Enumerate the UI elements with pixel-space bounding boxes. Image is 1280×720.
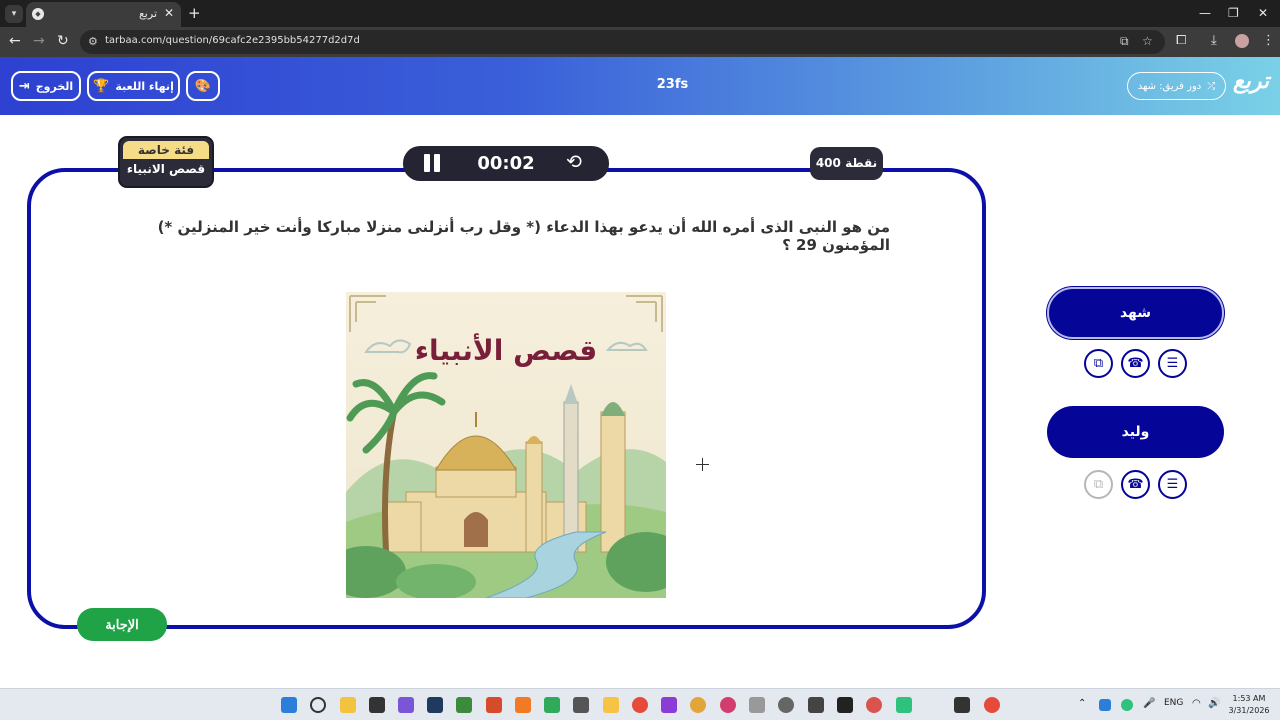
shuffle-icon: ⤮ bbox=[1207, 80, 1216, 92]
new-tab-icon[interactable]: + bbox=[188, 4, 201, 22]
app-icon-11[interactable] bbox=[778, 697, 794, 713]
end-game-label: إنهاء اللعبة bbox=[115, 79, 174, 93]
app-icon-2[interactable] bbox=[486, 697, 502, 713]
app-icon-15[interactable] bbox=[896, 697, 912, 713]
install-app-icon[interactable]: ⧉ bbox=[1120, 34, 1129, 49]
app-icon-7[interactable] bbox=[661, 697, 677, 713]
extensions-icon[interactable]: ⧠ bbox=[1176, 33, 1186, 48]
timer-value: 00:02 bbox=[477, 153, 535, 174]
reload-icon[interactable]: ↻ bbox=[57, 33, 69, 49]
url-text[interactable]: tarbaa.com/question/69cafc2e2395bb54277d… bbox=[105, 35, 360, 46]
taskbar: ⌃ 🎤 ENG ◠ 🔊 1:53 AM 3/31/2026 bbox=[0, 688, 1280, 720]
question-text: من هو النبى الذى أمره الله أن يدعو بهذا … bbox=[157, 218, 890, 254]
app-logo: تربع bbox=[1233, 69, 1270, 94]
reset-timer-icon[interactable]: ⟲ bbox=[566, 151, 582, 173]
language-indicator[interactable]: ENG bbox=[1164, 698, 1183, 708]
profile-avatar[interactable] bbox=[1235, 34, 1249, 48]
bookmark-star-icon[interactable]: ☆ bbox=[1142, 34, 1153, 48]
team-2-list-icon[interactable]: ☰ bbox=[1158, 470, 1187, 499]
minimize-icon[interactable]: — bbox=[1199, 6, 1211, 20]
app-icon-8[interactable] bbox=[690, 697, 706, 713]
tray-app-icon[interactable] bbox=[1099, 699, 1111, 711]
app-icon-5[interactable] bbox=[573, 697, 589, 713]
app-icon-14[interactable] bbox=[866, 697, 882, 713]
tab-title: تربع bbox=[138, 7, 157, 20]
minecraft-icon[interactable] bbox=[456, 697, 472, 713]
timer: 00:02 ⟲ bbox=[403, 146, 609, 181]
game-name: 23fs bbox=[656, 77, 689, 92]
tab-search-icon[interactable]: ▾ bbox=[5, 5, 23, 23]
app-icon-12[interactable] bbox=[808, 697, 824, 713]
steam-icon[interactable] bbox=[427, 697, 443, 713]
theme-button[interactable]: 🎨 bbox=[186, 71, 220, 101]
palette-icon: 🎨 bbox=[194, 78, 212, 94]
end-game-button[interactable]: 🏆 إنهاء اللعبة bbox=[87, 71, 180, 101]
clock-date: 3/31/2026 bbox=[1228, 706, 1270, 715]
exit-icon: ⇥ bbox=[18, 78, 30, 94]
microphone-icon[interactable]: 🎤 bbox=[1143, 698, 1155, 709]
discord-icon[interactable] bbox=[398, 697, 414, 713]
team-1-list-icon[interactable]: ☰ bbox=[1158, 349, 1187, 378]
team-2-button[interactable]: وليد bbox=[1047, 406, 1224, 458]
forward-icon[interactable]: → bbox=[33, 33, 45, 49]
team-1-call-friend-icon[interactable]: ☎ bbox=[1121, 349, 1150, 378]
mouse-cursor bbox=[696, 458, 709, 471]
points-badge: 400 نقطة bbox=[810, 147, 883, 180]
file-explorer-icon[interactable] bbox=[340, 697, 356, 713]
pause-icon[interactable] bbox=[423, 154, 441, 172]
app-icon-4[interactable] bbox=[544, 697, 560, 713]
tray-chevron-icon[interactable]: ⌃ bbox=[1078, 698, 1086, 709]
tab-close-icon[interactable]: ✕ bbox=[164, 6, 174, 20]
wifi-icon[interactable]: ◠ bbox=[1192, 698, 1201, 709]
address-bar[interactable]: ⚙ tarbaa.com/question/69cafc2e2395bb5427… bbox=[80, 30, 1165, 54]
category-name: قصص الانبياء bbox=[126, 162, 206, 176]
team-1-button[interactable]: شهد bbox=[1047, 287, 1224, 339]
restore-icon[interactable]: ❐ bbox=[1228, 6, 1239, 20]
site-favicon-icon: ◆ bbox=[32, 8, 44, 20]
tray-status-icon[interactable] bbox=[1121, 699, 1133, 711]
window-close-icon[interactable]: ✕ bbox=[1258, 6, 1268, 20]
volume-icon[interactable]: 🔊 bbox=[1208, 698, 1220, 709]
exit-label: الخروج bbox=[35, 79, 74, 93]
app-icon-9[interactable] bbox=[720, 697, 736, 713]
chrome-active-icon[interactable] bbox=[984, 697, 1000, 713]
answer-button[interactable]: الإجابة bbox=[77, 608, 167, 641]
downloads-icon[interactable]: ⤓ bbox=[1211, 33, 1217, 48]
start-icon[interactable] bbox=[281, 697, 297, 713]
question-image: قصص الأنبياء bbox=[346, 292, 666, 598]
back-icon[interactable]: ← bbox=[9, 33, 21, 49]
team-1-double-points-icon[interactable]: ⧉ bbox=[1084, 349, 1113, 378]
team-turn-button[interactable]: دور فريق: شهد ⤮ bbox=[1127, 72, 1226, 100]
more-menu-icon[interactable]: ⋮ bbox=[1262, 33, 1275, 48]
exit-button[interactable]: ⇥ الخروج bbox=[11, 71, 81, 101]
browser-toolbar: ← → ↻ ⚙ tarbaa.com/question/69cafc2e2395… bbox=[0, 27, 1280, 57]
app-header: ⇥ الخروج 🏆 إنهاء اللعبة 🎨 23fs دور فريق:… bbox=[0, 57, 1280, 115]
app-icon-3[interactable] bbox=[515, 697, 531, 713]
app-icon-13[interactable] bbox=[837, 697, 853, 713]
team-2-double-points-icon[interactable]: ⧉ bbox=[1084, 470, 1113, 499]
app-icon-16[interactable] bbox=[954, 697, 970, 713]
search-icon[interactable] bbox=[310, 697, 326, 713]
image-title-text: قصص الأنبياء bbox=[415, 333, 598, 367]
chrome-icon[interactable] bbox=[632, 697, 648, 713]
browser-tab-strip: ▾ ◆ تربع ✕ + — ❐ ✕ bbox=[0, 0, 1280, 27]
category-badge: فئة خاصة قصص الانبياء bbox=[118, 136, 214, 188]
category-type: فئة خاصة bbox=[123, 141, 209, 159]
team-2-call-friend-icon[interactable]: ☎ bbox=[1121, 470, 1150, 499]
app-icon-1[interactable] bbox=[369, 697, 385, 713]
site-info-icon[interactable]: ⚙ bbox=[88, 35, 98, 48]
browser-tab[interactable]: ◆ تربع ✕ bbox=[26, 2, 181, 27]
team-turn-label: دور فريق: شهد bbox=[1137, 80, 1202, 92]
app-icon-6[interactable] bbox=[603, 697, 619, 713]
clock-time: 1:53 AM bbox=[1232, 694, 1266, 703]
app-icon-10[interactable] bbox=[749, 697, 765, 713]
system-clock[interactable]: 1:53 AM 3/31/2026 bbox=[1227, 693, 1271, 717]
trophy-icon: 🏆 bbox=[93, 78, 110, 94]
